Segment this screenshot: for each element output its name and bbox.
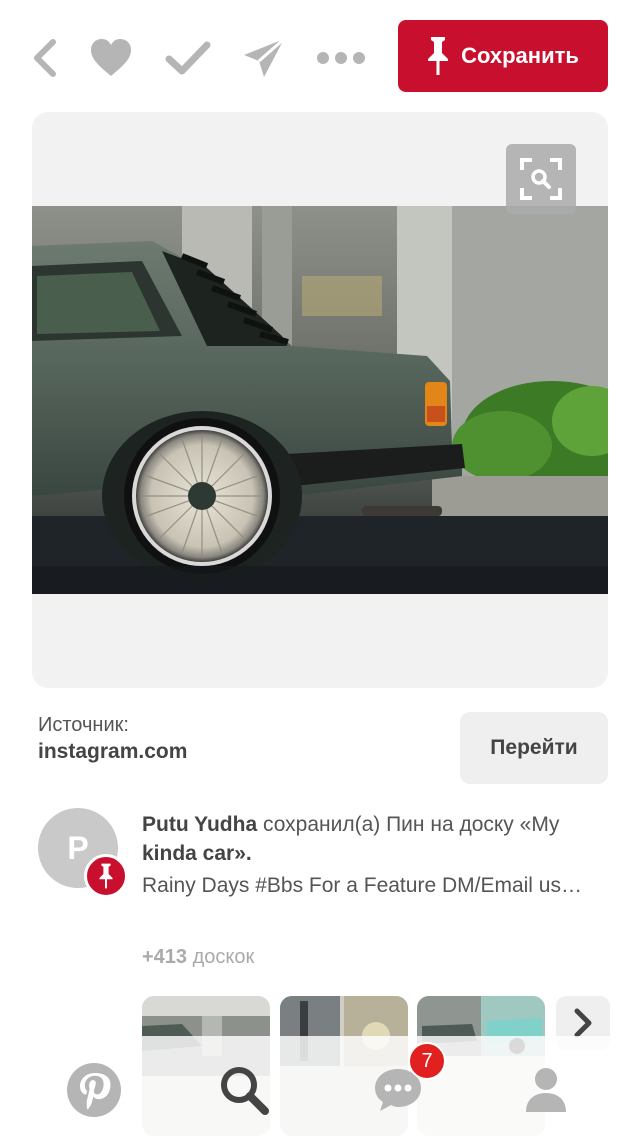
chevron-left-icon[interactable]	[16, 30, 72, 86]
search-icon	[221, 1067, 269, 1115]
boards-count-number: +413	[142, 946, 188, 968]
pin-image-card[interactable]	[32, 112, 608, 688]
pin-photo[interactable]	[32, 206, 608, 594]
visit-site-button[interactable]: Перейти	[460, 712, 608, 784]
pin-attribution: Putu Yudha сохранил(а) Пин на доску «My …	[142, 810, 612, 868]
nav-profile[interactable]	[514, 1058, 578, 1122]
save-button[interactable]: Сохранить	[398, 20, 608, 92]
board-suffix: ».	[234, 842, 252, 865]
source-label: Источник:	[38, 714, 129, 736]
boards-count-label: доскок	[192, 946, 255, 968]
visual-search-button[interactable]	[506, 144, 576, 214]
heart-icon[interactable]	[83, 30, 139, 86]
pin-detail-screen: Сохранить Источник: instagram.com Перейт…	[0, 0, 640, 1136]
pinterest-logo-icon	[67, 1063, 121, 1117]
checkmark-icon[interactable]	[160, 30, 216, 86]
pushpin-icon	[428, 37, 449, 75]
avatar-letter: P	[67, 829, 89, 866]
attribution-action: сохранил(а) Пин на доску «My	[262, 813, 560, 836]
person-icon	[526, 1068, 566, 1112]
notification-badge: 7	[408, 1042, 446, 1080]
nav-home[interactable]	[62, 1058, 126, 1122]
top-toolbar: Сохранить	[0, 0, 640, 110]
paper-plane-icon[interactable]	[236, 30, 292, 86]
pin-description: Rainy Days #Bbs For a Feature DM/Email u…	[142, 874, 582, 897]
ellipsis-icon[interactable]	[313, 30, 369, 86]
pin-badge	[84, 854, 128, 898]
boards-count[interactable]: +413 доскок	[142, 946, 254, 969]
nav-search[interactable]	[212, 1058, 276, 1122]
bottom-navigation	[0, 1036, 640, 1136]
board-name-link[interactable]: kinda car	[142, 842, 234, 865]
save-button-label: Сохранить	[461, 43, 579, 68]
chevron-right-icon	[574, 1008, 592, 1038]
pushpin-icon	[99, 863, 113, 889]
source-domain-link[interactable]: instagram.com	[38, 740, 187, 764]
visual-search-icon	[520, 158, 562, 200]
user-name-link[interactable]: Putu Yudha	[142, 813, 257, 836]
